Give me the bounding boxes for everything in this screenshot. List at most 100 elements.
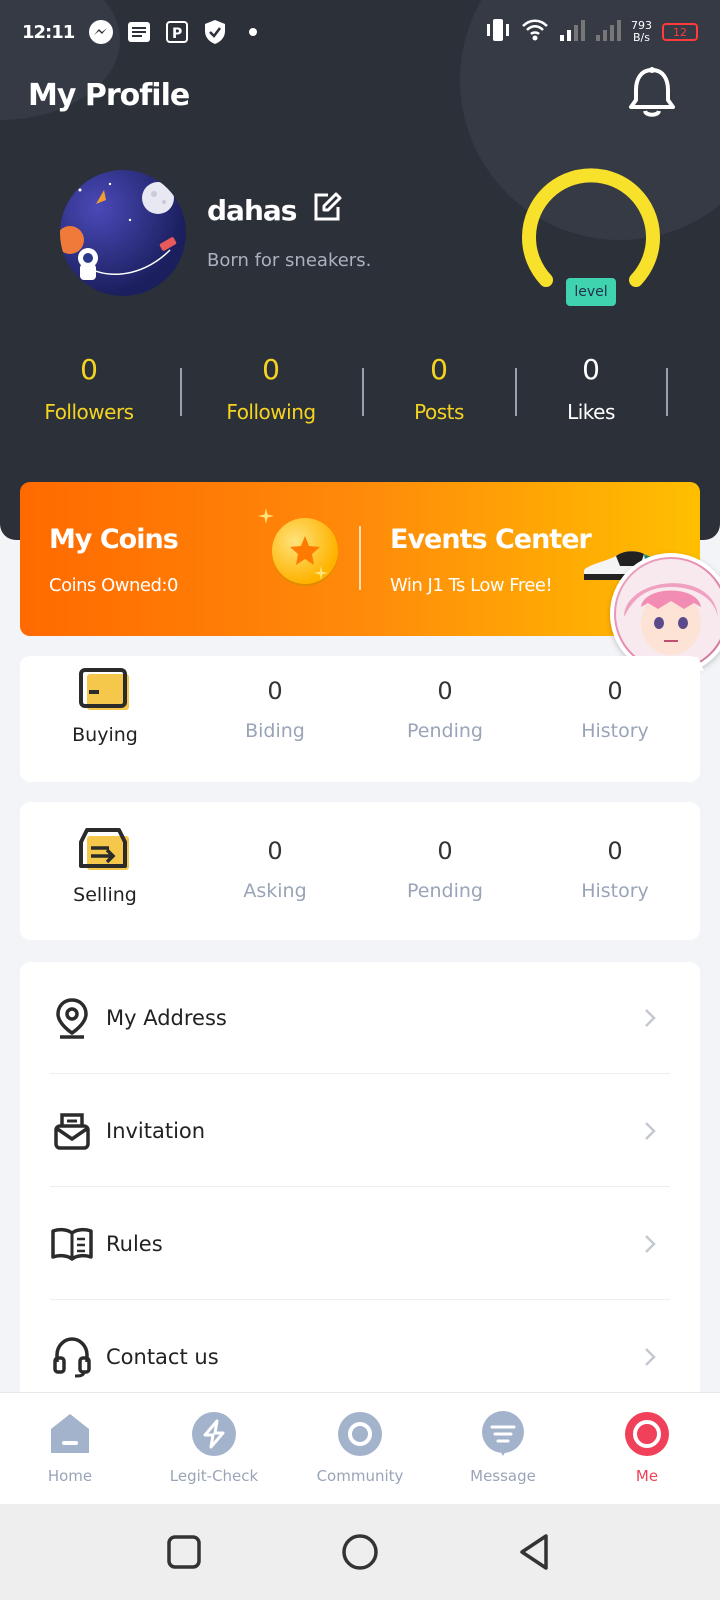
history-label: History	[581, 720, 649, 742]
tab-legit-check[interactable]: Legit-Check	[154, 1411, 274, 1485]
stat-value: 0	[80, 353, 98, 386]
headset-icon	[50, 1335, 94, 1379]
menu-item-my-address[interactable]: My Address	[50, 962, 670, 1074]
home-button-icon[interactable]	[340, 1532, 380, 1572]
history-label: History	[581, 880, 649, 902]
system-navigation-bar	[0, 1504, 720, 1600]
buying-orders[interactable]: Buying	[20, 668, 190, 746]
status-time: 12:11	[22, 21, 75, 43]
pending-label: Pending	[407, 720, 483, 742]
envelope-icon	[50, 1109, 94, 1153]
stat-value: 0	[262, 353, 280, 386]
buying-label: Buying	[72, 724, 138, 746]
wifi-icon	[521, 18, 549, 47]
parking-icon: P	[164, 19, 190, 45]
signal-icon	[595, 19, 621, 46]
stat-label: Following	[226, 400, 316, 424]
tab-me[interactable]: Me	[587, 1411, 707, 1485]
coin-icon[interactable]	[272, 518, 338, 584]
level-badge: level	[566, 278, 616, 306]
bottom-tab-bar: Home Legit-Check Community Message Me	[0, 1392, 720, 1504]
network-rate-unit: B/s	[633, 31, 650, 44]
divider	[180, 368, 182, 416]
buying-card: Buying 0 Biding 0 Pending 0 History	[20, 656, 700, 782]
bell-icon[interactable]	[628, 66, 676, 118]
username: dahas	[207, 192, 342, 229]
selling-card: Selling 0 Asking 0 Pending 0 History	[20, 802, 700, 940]
selling-history[interactable]: 0 History	[530, 834, 700, 902]
vibrate-icon	[485, 18, 511, 47]
sparkle-icon	[314, 566, 328, 580]
buying-biding[interactable]: 0 Biding	[190, 674, 360, 742]
menu-label: My Address	[106, 1005, 227, 1030]
tab-label: Message	[470, 1467, 536, 1485]
chevron-right-icon	[645, 1008, 656, 1027]
community-icon	[338, 1412, 382, 1456]
my-coins-title[interactable]: My Coins	[49, 524, 179, 555]
menu-label: Contact us	[106, 1345, 219, 1369]
username-text: dahas	[207, 194, 297, 227]
recents-icon[interactable]	[164, 1532, 204, 1572]
home-icon	[51, 1414, 89, 1453]
message-icon	[482, 1411, 524, 1456]
chevron-right-icon	[645, 1348, 656, 1366]
settings-menu: My Address Invitation Rules Contact us	[20, 962, 700, 1402]
stat-posts[interactable]: 0 Posts	[364, 350, 514, 424]
chevron-right-icon	[645, 1121, 656, 1140]
selling-pending[interactable]: 0 Pending	[360, 834, 530, 902]
coins-owned: Coins Owned:0	[49, 575, 178, 596]
pending-label: Pending	[407, 880, 483, 902]
news-icon	[126, 19, 152, 45]
events-subtitle: Win J1 Ts Low Free!	[390, 575, 553, 596]
buying-pending[interactable]: 0 Pending	[360, 674, 530, 742]
menu-item-invitation[interactable]: Invitation	[50, 1075, 670, 1187]
tab-label: Community	[316, 1467, 404, 1485]
tab-message[interactable]: Message	[443, 1411, 563, 1485]
status-bar: 12:11 P 793 B/s 12	[22, 14, 698, 50]
network-rate: 793 B/s	[631, 20, 652, 44]
selling-label: Selling	[73, 884, 137, 906]
events-center-title[interactable]: Events Center	[390, 524, 592, 555]
tab-home[interactable]: Home	[10, 1411, 130, 1485]
book-icon	[50, 1222, 94, 1266]
stat-value: 0	[430, 353, 448, 386]
pending-count: 0	[437, 837, 453, 865]
menu-label: Invitation	[106, 1118, 206, 1143]
stat-label: Likes	[567, 400, 615, 424]
legit-check-icon	[192, 1412, 236, 1456]
banner-divider	[359, 526, 361, 590]
dot-icon	[240, 19, 266, 45]
menu-item-rules[interactable]: Rules	[50, 1188, 670, 1300]
stat-label: Posts	[414, 400, 464, 424]
svg-text:P: P	[172, 26, 182, 42]
selling-box-icon	[20, 828, 190, 872]
divider	[666, 368, 668, 416]
pending-count: 0	[437, 677, 453, 705]
asking-count: 0	[267, 837, 283, 865]
selling-asking[interactable]: 0 Asking	[190, 834, 360, 902]
buying-history[interactable]: 0 History	[530, 674, 700, 742]
history-count: 0	[607, 677, 623, 705]
signal-icon	[559, 19, 585, 46]
back-icon[interactable]	[516, 1532, 556, 1572]
tab-label: Legit-Check	[169, 1467, 259, 1485]
battery-icon: 12	[662, 23, 698, 41]
stat-label: Followers	[44, 400, 134, 424]
stat-value: 0	[582, 353, 600, 386]
messenger-icon	[88, 19, 114, 45]
tab-label: Home	[47, 1467, 93, 1485]
profile-stats: 0 Followers 0 Following 0 Posts 0 Likes	[0, 350, 720, 430]
selling-orders[interactable]: Selling	[20, 828, 190, 906]
edit-icon[interactable]	[312, 192, 342, 229]
stat-followers[interactable]: 0 Followers	[14, 350, 164, 424]
stat-likes[interactable]: 0 Likes	[516, 350, 666, 424]
bio: Born for sneakers.	[207, 250, 372, 271]
location-pin-icon	[50, 996, 94, 1040]
biding-count: 0	[267, 677, 283, 705]
stat-following[interactable]: 0 Following	[196, 350, 346, 424]
tab-label: Me	[635, 1467, 659, 1485]
me-icon	[625, 1412, 669, 1456]
avatar[interactable]	[60, 170, 186, 296]
wallet-icon	[20, 668, 190, 712]
tab-community[interactable]: Community	[300, 1411, 420, 1485]
